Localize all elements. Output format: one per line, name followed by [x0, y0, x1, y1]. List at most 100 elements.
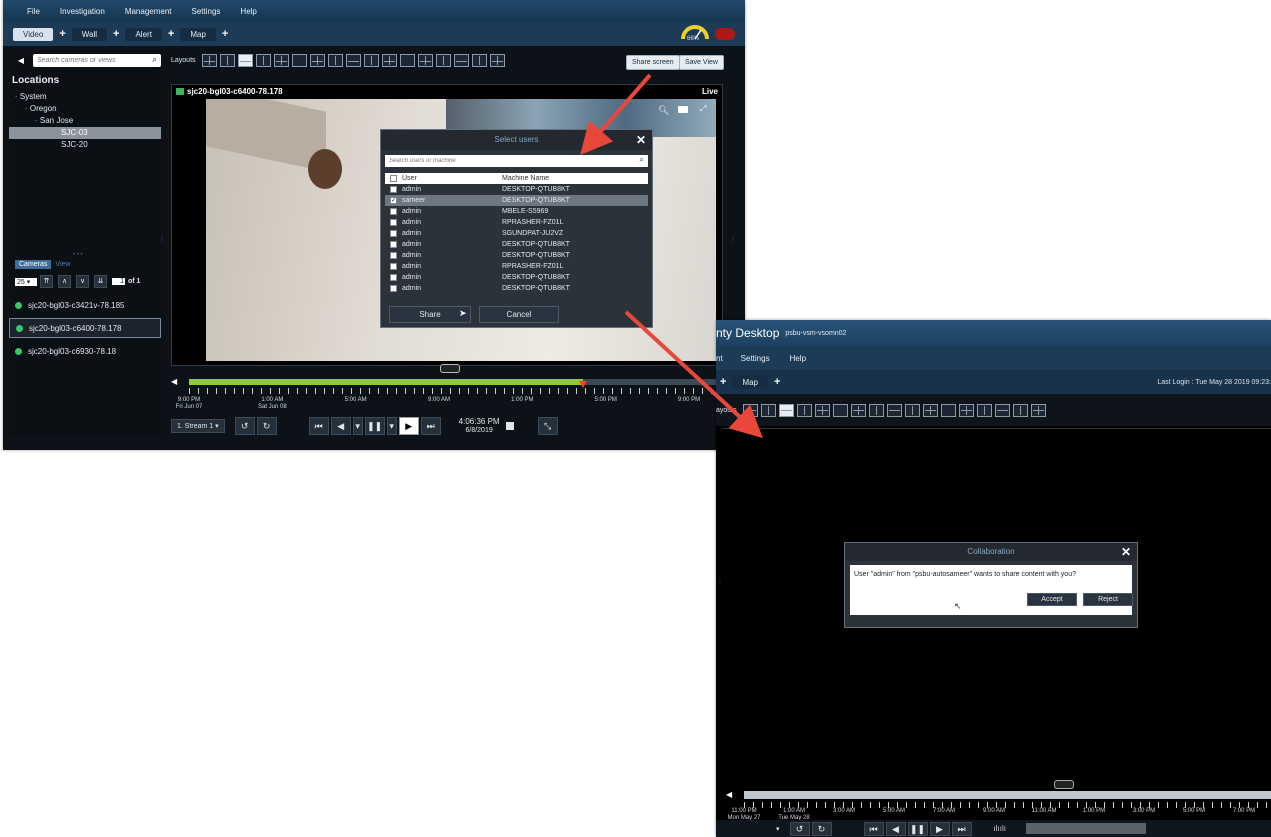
tab-view[interactable]: View [51, 260, 74, 269]
cancel-button[interactable]: Cancel [479, 306, 559, 323]
layout-grid-icon[interactable] [201, 54, 217, 67]
table-row[interactable]: admin DESKTOP-QTUB8KT [385, 239, 648, 250]
skip-start-icon[interactable]: ⏮ [863, 821, 884, 836]
layout-grid-icon[interactable] [958, 403, 974, 417]
first-page-icon[interactable]: ⇈ [40, 275, 53, 288]
right-grip-icon[interactable]: ⋮ [730, 236, 736, 243]
close-icon[interactable]: ✕ [1121, 543, 1131, 561]
collapse-tab-icon[interactable] [440, 364, 460, 373]
step-back-icon[interactable]: ◀ [885, 821, 906, 836]
calendar-icon[interactable] [505, 422, 514, 430]
page-size-select[interactable]: 25 ▾ [15, 277, 37, 286]
layout-grid-icon[interactable] [471, 54, 487, 67]
step-back-icon[interactable]: ◀ [330, 417, 351, 435]
fullscreen-icon[interactable]: ⤡ [537, 417, 558, 435]
speed-dropdown-icon[interactable]: ▾ [386, 417, 397, 435]
search-input[interactable]: ⌕ [33, 53, 161, 67]
last-page-icon[interactable]: ⇊ [94, 275, 107, 288]
play-icon[interactable]: ▶ [398, 417, 419, 435]
skip-end-icon[interactable]: ⏭ [951, 821, 972, 836]
forward-loop-icon[interactable]: ↻ [811, 821, 832, 836]
table-row[interactable]: admin DESKTOP-QTUB8KT [385, 283, 648, 294]
user-search-field[interactable] [385, 155, 613, 167]
layout-grid-icon[interactable] [309, 54, 325, 67]
menu-help[interactable]: Help [230, 7, 266, 16]
skip-start-icon[interactable]: ⏮ [308, 417, 329, 435]
add-icon[interactable]: + [720, 376, 726, 388]
menu-investigation[interactable]: Investigation [50, 7, 115, 16]
row-checkbox[interactable] [390, 186, 397, 193]
tab-alert[interactable]: Alert [125, 27, 162, 41]
table-row[interactable]: admin RPRASHER-FZ01L [385, 261, 648, 272]
layout-grid-icon[interactable] [345, 54, 361, 67]
layout-grid-icon[interactable] [255, 54, 271, 67]
add-icon[interactable]: + [774, 376, 780, 388]
layout-grid-icon[interactable] [796, 403, 812, 417]
layout-grid-icon[interactable] [886, 403, 902, 417]
snapshot-icon[interactable] [678, 106, 688, 113]
layout-grid-icon[interactable] [850, 403, 866, 417]
step-dropdown-icon[interactable]: ▾ [352, 417, 363, 435]
stream-dropdown-icon[interactable]: ▾ [776, 825, 780, 833]
close-icon[interactable]: ✕ [636, 130, 646, 150]
forward-loop-icon[interactable]: ↻ [256, 417, 277, 435]
layout-grid-icon[interactable] [381, 54, 397, 67]
layout-grid-icon[interactable] [1012, 403, 1028, 417]
accept-button[interactable]: Accept [1027, 593, 1077, 606]
layout-grid-icon[interactable] [417, 54, 433, 67]
user-search-input[interactable]: ⌕ [385, 155, 648, 167]
table-row[interactable]: ✓ sameer DESKTOP-QTUB8KT [385, 195, 648, 206]
layout-grid-icon[interactable] [1030, 403, 1046, 417]
save-view-button[interactable]: Save View [679, 55, 724, 70]
tree-item-sjc-03[interactable]: SJC-03 [9, 127, 161, 139]
timeline[interactable]: ◀ 9:00 PM Fri Jun 07 1:00 AM Sat Jun 08 5:00… [171, 375, 721, 413]
alarm-indicator-icon[interactable] [715, 28, 735, 40]
tab-wall[interactable]: Wall [71, 27, 108, 41]
list-item[interactable]: sjc20-bgl03-c3421v-78.185 [9, 296, 161, 314]
layout-grid-icon[interactable] [832, 403, 848, 417]
menu-management[interactable]: Management [115, 7, 182, 16]
playhead-marker-icon[interactable] [578, 381, 587, 388]
tab-map[interactable]: Map [732, 375, 768, 389]
tree-item-system[interactable]: - System [15, 91, 161, 103]
layout-grid-icon[interactable] [904, 403, 920, 417]
row-checkbox[interactable] [390, 252, 397, 259]
expand-icon[interactable]: ⤢ [700, 104, 706, 114]
layout-grid-icon[interactable] [814, 403, 830, 417]
pause-icon[interactable]: ❚❚ [907, 821, 928, 836]
timeline-track[interactable] [744, 791, 1271, 799]
tab-video[interactable]: Video [13, 27, 54, 41]
layout-grid-icon[interactable] [273, 54, 289, 67]
layout-grid-icon[interactable] [489, 54, 505, 67]
layout-grid-icon[interactable] [435, 54, 451, 67]
menu-help[interactable]: Help [780, 354, 816, 363]
table-row[interactable]: admin DESKTOP-QTUB8KT [385, 250, 648, 261]
resize-grip[interactable]: • • • [73, 252, 83, 258]
layout-grid-icon[interactable] [940, 403, 956, 417]
row-checkbox[interactable] [390, 219, 397, 226]
table-row[interactable]: admin DESKTOP-QTUB8KT [385, 272, 648, 283]
right-grip-icon[interactable]: ⋮ [717, 578, 723, 585]
share-screen-button[interactable]: Share screen [626, 55, 680, 70]
camera-search-field[interactable] [33, 53, 141, 67]
layout-grid-icon[interactable] [291, 54, 307, 67]
menu-settings[interactable]: Settings [731, 354, 780, 363]
collapse-left-icon[interactable]: ◀ [9, 56, 33, 65]
row-checkbox[interactable] [390, 230, 397, 237]
row-checkbox[interactable] [390, 208, 397, 215]
tab-cameras[interactable]: Cameras [15, 260, 52, 269]
row-checkbox[interactable]: ✓ [390, 197, 397, 204]
row-checkbox[interactable] [390, 263, 397, 270]
layout-grid-icon[interactable] [760, 403, 776, 417]
table-row[interactable]: admin DESKTOP-QTUB8KT [385, 184, 648, 195]
play-icon[interactable]: ▶ [929, 821, 950, 836]
tree-item-sjc-20[interactable]: SJC-20 [15, 139, 161, 151]
menu-partial[interactable]: nt [716, 354, 731, 363]
row-checkbox[interactable] [390, 241, 397, 248]
table-row[interactable]: admin RPRASHER-FZ01L [385, 217, 648, 228]
tree-item-oregon[interactable]: - Oregon [15, 103, 161, 115]
search-icon[interactable]: ⌕ [640, 155, 644, 165]
list-item[interactable]: sjc20-bgl03-c6930-78.18 [9, 342, 161, 360]
prev-page-icon[interactable]: ∧ [58, 275, 71, 288]
add-icon[interactable]: + [222, 28, 228, 40]
